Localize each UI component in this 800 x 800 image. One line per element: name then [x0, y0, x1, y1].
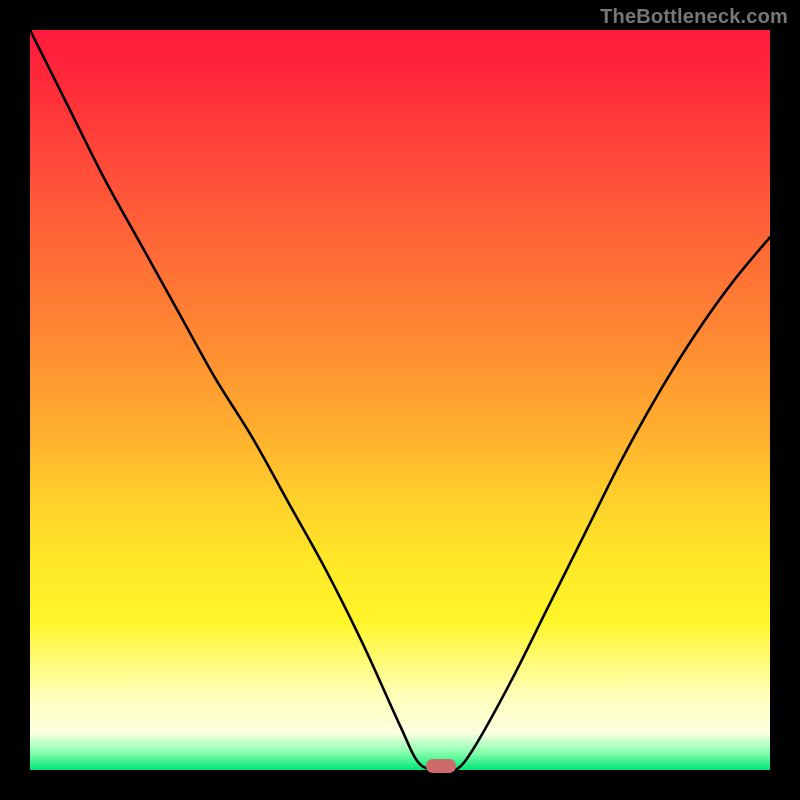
chart-frame: TheBottleneck.com — [0, 0, 800, 800]
minimum-marker — [426, 759, 456, 773]
curve-svg — [30, 30, 770, 770]
plot-area — [30, 30, 770, 770]
watermark-text: TheBottleneck.com — [600, 6, 788, 29]
bottleneck-curve — [30, 30, 770, 770]
